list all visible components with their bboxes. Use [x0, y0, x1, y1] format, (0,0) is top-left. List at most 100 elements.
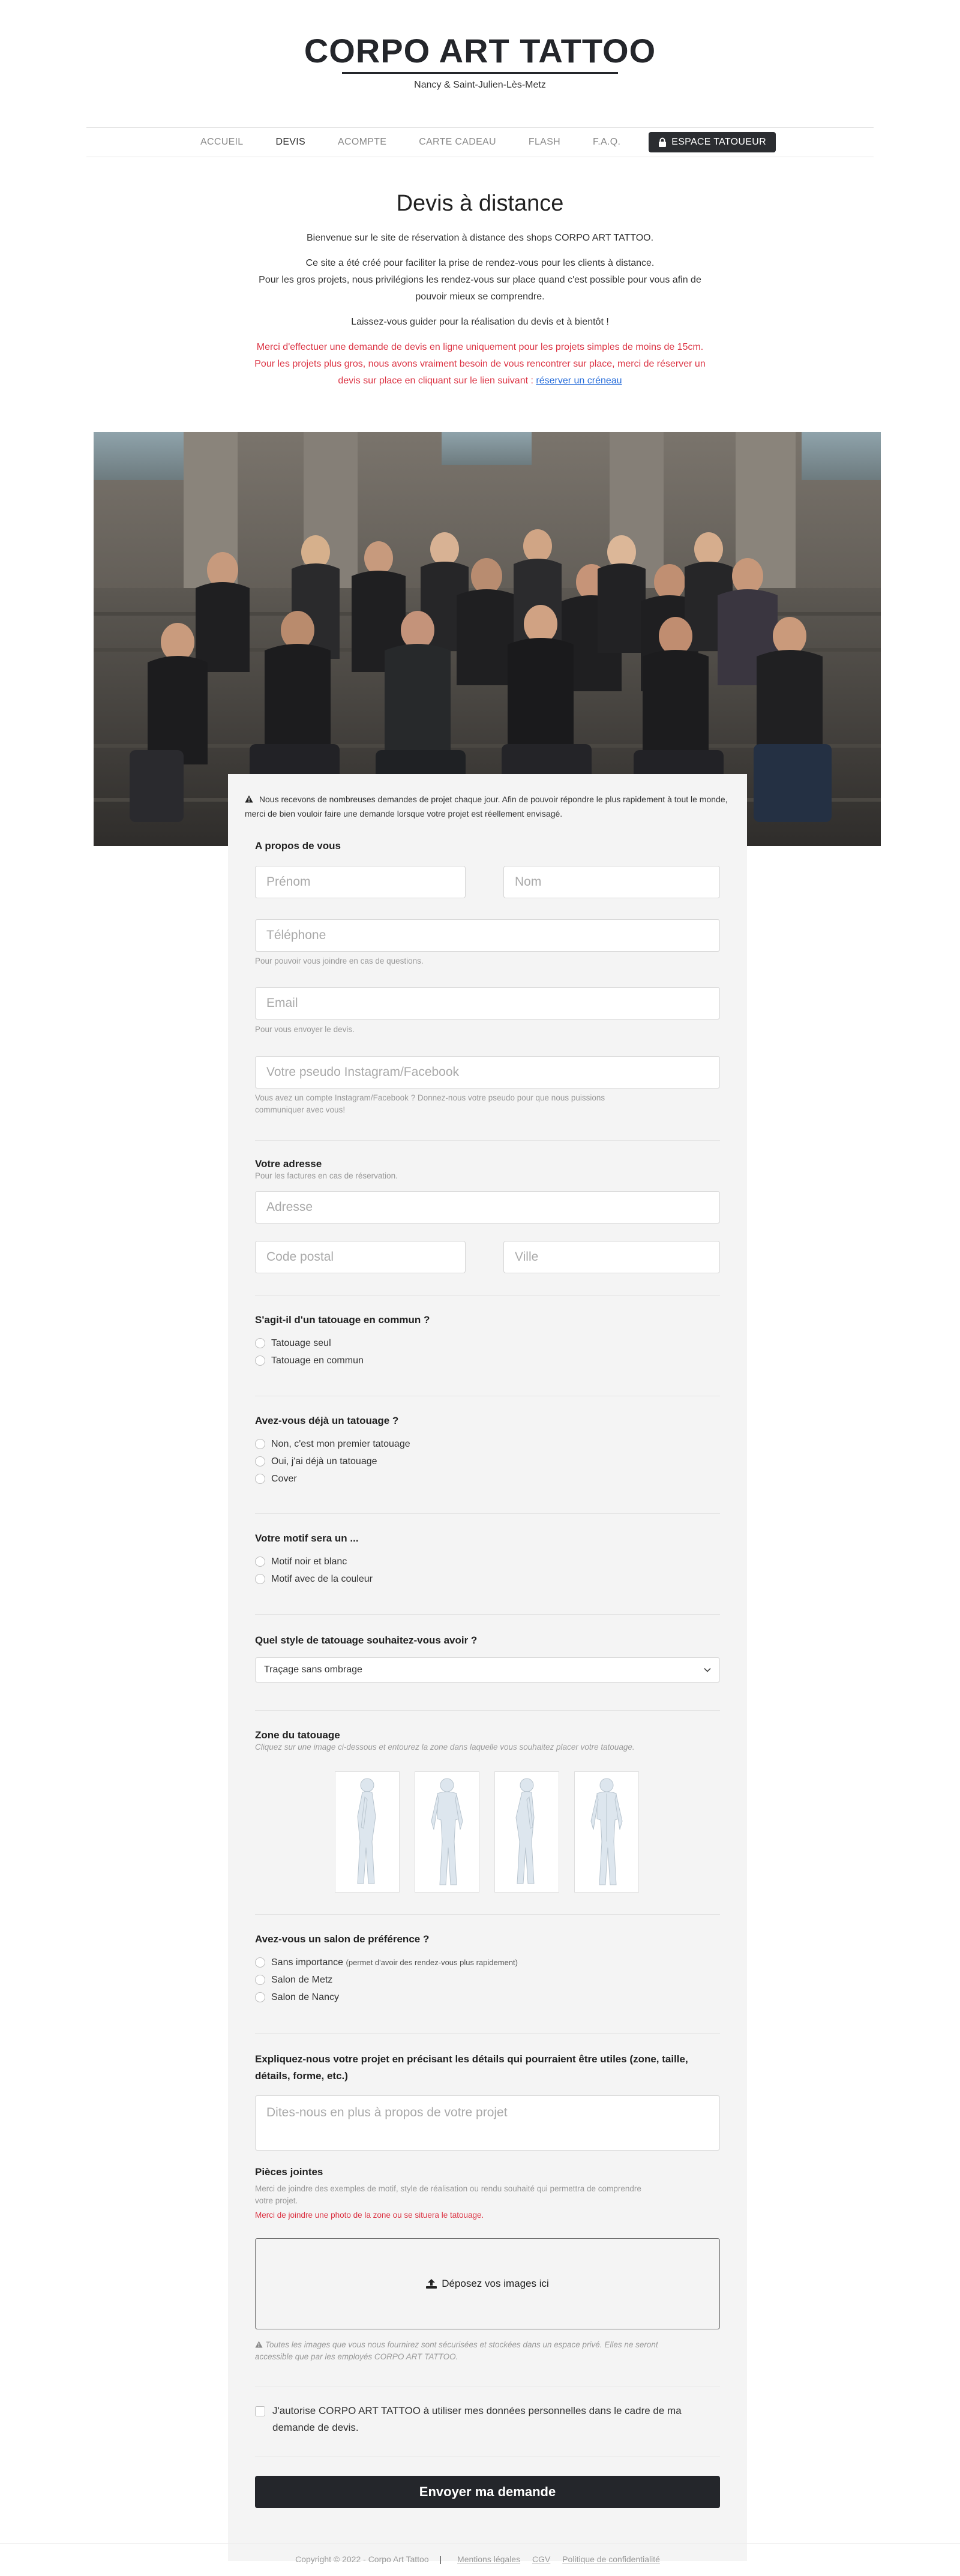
body-back-image[interactable] — [574, 1771, 639, 1893]
nav-carte-cadeau[interactable]: CARTE CADEAU — [403, 137, 512, 148]
nav-accueil[interactable]: ACCUEIL — [184, 137, 259, 148]
warning-icon — [255, 2341, 263, 2348]
pseudo-hint-line-2: communiquer avec vous! — [255, 1105, 346, 1114]
radio-label: Salon de Metz — [271, 1974, 333, 1985]
footer-link-confidentialite[interactable]: Politique de confidentialité — [562, 2554, 660, 2564]
radio-deja-tatouage[interactable]: Oui, j'ai déjà un tatouage — [255, 1453, 720, 1470]
quote-form: Nous recevons de nombreuses demandes de … — [228, 774, 747, 2561]
nav-devis[interactable]: DEVIS — [259, 137, 322, 148]
pieces-hint-line-1: Merci de joindre des exemples de motif, … — [255, 2184, 641, 2193]
email-input[interactable]: Email — [255, 987, 720, 1019]
warning-line-3: devis sur place en cliquant sur le lien … — [0, 373, 960, 389]
zone-title: Zone du tatouage — [255, 1729, 340, 1741]
about-title: A propos de vous — [255, 840, 341, 851]
nav-flash[interactable]: FLASH — [512, 137, 577, 148]
radio-label: Tatouage en commun — [271, 1355, 364, 1366]
consent-checkbox[interactable] — [255, 2406, 265, 2416]
zone-hint: Cliquez sur une image ci-dessous et ento… — [255, 1743, 635, 1752]
radio-premier-tatouage[interactable]: Non, c'est mon premier tatouage — [255, 1435, 720, 1453]
body-front-image[interactable] — [415, 1771, 479, 1893]
radio-circle[interactable] — [255, 1557, 265, 1567]
copyright: Copyright © 2022 - Corpo Art Tattoo — [295, 2554, 429, 2564]
style-title: Quel style de tatouage souhaitez-vous av… — [255, 1635, 478, 1646]
radio-label: Cover — [271, 1473, 297, 1484]
radio-label: Motif avec de la couleur — [271, 1573, 373, 1584]
intro-line-1: Ce site a été créé pour faciliter la pri… — [305, 258, 655, 268]
warning-line-3-text: devis sur place en cliquant sur le lien … — [338, 376, 536, 386]
body-side-right-image[interactable] — [494, 1771, 559, 1893]
pseudo-input[interactable]: Votre pseudo Instagram/Facebook — [255, 1056, 720, 1088]
radio-salon-metz[interactable]: Salon de Metz — [255, 1971, 720, 1989]
radio-circle[interactable] — [255, 1338, 265, 1348]
espace-tatoueur-button[interactable]: ESPACE TATOUEUR — [649, 132, 776, 152]
address-title: Votre adresse — [255, 1158, 322, 1169]
adresse-input[interactable]: Adresse — [255, 1191, 720, 1223]
radio-tatouage-seul[interactable]: Tatouage seul — [255, 1335, 720, 1352]
consent-checkbox-row[interactable]: J'autorise CORPO ART TATTOO à utiliser m… — [255, 2403, 720, 2436]
footer-link-cgv[interactable]: CGV — [532, 2554, 550, 2564]
submit-button[interactable]: Envoyer ma demande — [255, 2476, 720, 2508]
ville-input[interactable]: Ville — [503, 1241, 720, 1273]
address-header: Votre adresse Pour les factures en cas d… — [255, 1158, 720, 1182]
radio-circle[interactable] — [255, 1474, 265, 1484]
nav-acompte[interactable]: ACOMPTE — [322, 137, 403, 148]
radio-couleur[interactable]: Motif avec de la couleur — [255, 1570, 720, 1588]
projet-title-line-1: Expliquez-nous votre projet en précisant… — [255, 2053, 688, 2065]
radio-circle[interactable] — [255, 1957, 265, 1968]
projet-textarea[interactable]: Dites-nous en plus à propos de votre pro… — [255, 2095, 720, 2151]
radio-cover[interactable]: Cover — [255, 1470, 720, 1488]
lock-icon — [659, 137, 667, 147]
divider — [255, 1295, 720, 1296]
pseudo-hint: Vous avez un compte Instagram/Facebook ?… — [255, 1092, 720, 1116]
radio-circle[interactable] — [255, 1439, 265, 1449]
nav-faq[interactable]: F.A.Q. — [577, 137, 637, 148]
site-header: CORPO ART TATTOO Nancy & Saint-Julien-Lè… — [0, 0, 960, 127]
main-nav: ACCUEIL DEVIS ACOMPTE CARTE CADEAU FLASH… — [86, 127, 874, 157]
dropzone-label: Déposez vos images ici — [442, 2278, 549, 2289]
form-notice-text: Nous recevons de nombreuses demandes de … — [245, 794, 728, 818]
consent-label: J'autorise CORPO ART TATTOO à utiliser m… — [272, 2403, 682, 2436]
image-dropzone[interactable]: Déposez vos images ici — [255, 2238, 720, 2329]
body-side-left-image[interactable] — [335, 1771, 400, 1893]
radio-noir-blanc[interactable]: Motif noir et blanc — [255, 1553, 720, 1570]
footer-link-mentions[interactable]: Mentions légales — [457, 2554, 520, 2564]
style-select[interactable]: Traçage sans ombrage — [255, 1657, 720, 1683]
divider — [255, 1614, 720, 1615]
radio-circle[interactable] — [255, 1574, 265, 1584]
telephone-input[interactable]: Téléphone — [255, 919, 720, 952]
prenom-input[interactable]: Prénom — [255, 866, 466, 898]
reserver-creneau-link[interactable]: réserver un créneau — [536, 376, 622, 386]
radio-circle[interactable] — [255, 1975, 265, 1985]
upload-icon — [426, 2279, 437, 2289]
body-side-right-icon — [515, 1778, 535, 1884]
radio-sans-importance[interactable]: Sans importance (permet d'avoir des rend… — [255, 1954, 720, 1971]
radio-label: Salon de Nancy — [271, 1992, 339, 2002]
style-select-value: Traçage sans ombrage — [264, 1665, 362, 1675]
pieces-hint-red: Merci de joindre une photo de la zone ou… — [255, 2211, 484, 2220]
intro-section: Devis à distance Bienvenue sur le site d… — [0, 191, 960, 389]
intro-welcome: Bienvenue sur le site de réservation à d… — [306, 233, 654, 243]
consent-line-2: demande de devis. — [272, 2422, 359, 2433]
projet-title-line-2: détails, forme, etc.) — [255, 2070, 348, 2082]
motif-title: Votre motif sera un ... — [255, 1533, 359, 1544]
radio-circle[interactable] — [255, 1456, 265, 1467]
zone-header: Zone du tatouage Cliquez sur une image c… — [255, 1729, 720, 1753]
radio-salon-nancy[interactable]: Salon de Nancy — [255, 1989, 720, 2006]
deja-title: Avez-vous déjà un tatouage ? — [255, 1415, 399, 1426]
about-section-title-wrap: A propos de vous — [255, 840, 720, 852]
radio-circle[interactable] — [255, 1356, 265, 1366]
logo-text: CORPO ART TATTOO — [304, 32, 656, 70]
warning-line-2: Pour les projets plus gros, nous avons v… — [254, 359, 706, 369]
site-logo[interactable]: CORPO ART TATTOO — [304, 32, 656, 74]
secure-note: Toutes les images que vous nous fournire… — [255, 2339, 720, 2363]
radio-label: Oui, j'ai déjà un tatouage — [271, 1456, 377, 1467]
code-postal-input[interactable]: Code postal — [255, 1241, 466, 1273]
radio-circle[interactable] — [255, 1992, 265, 2002]
nom-input[interactable]: Nom — [503, 866, 720, 898]
motif-question: Votre motif sera un ... Motif noir et bl… — [255, 1533, 720, 1588]
secure-note-text-1: Toutes les images que vous nous fournire… — [265, 2340, 658, 2349]
radio-label: Motif noir et blanc — [271, 1556, 347, 1567]
email-hint: Pour vous envoyer le devis. — [255, 1025, 355, 1034]
secure-note-line-2: accessible que par les employés CORPO AR… — [255, 2352, 458, 2361]
radio-tatouage-commun[interactable]: Tatouage en commun — [255, 1352, 720, 1369]
